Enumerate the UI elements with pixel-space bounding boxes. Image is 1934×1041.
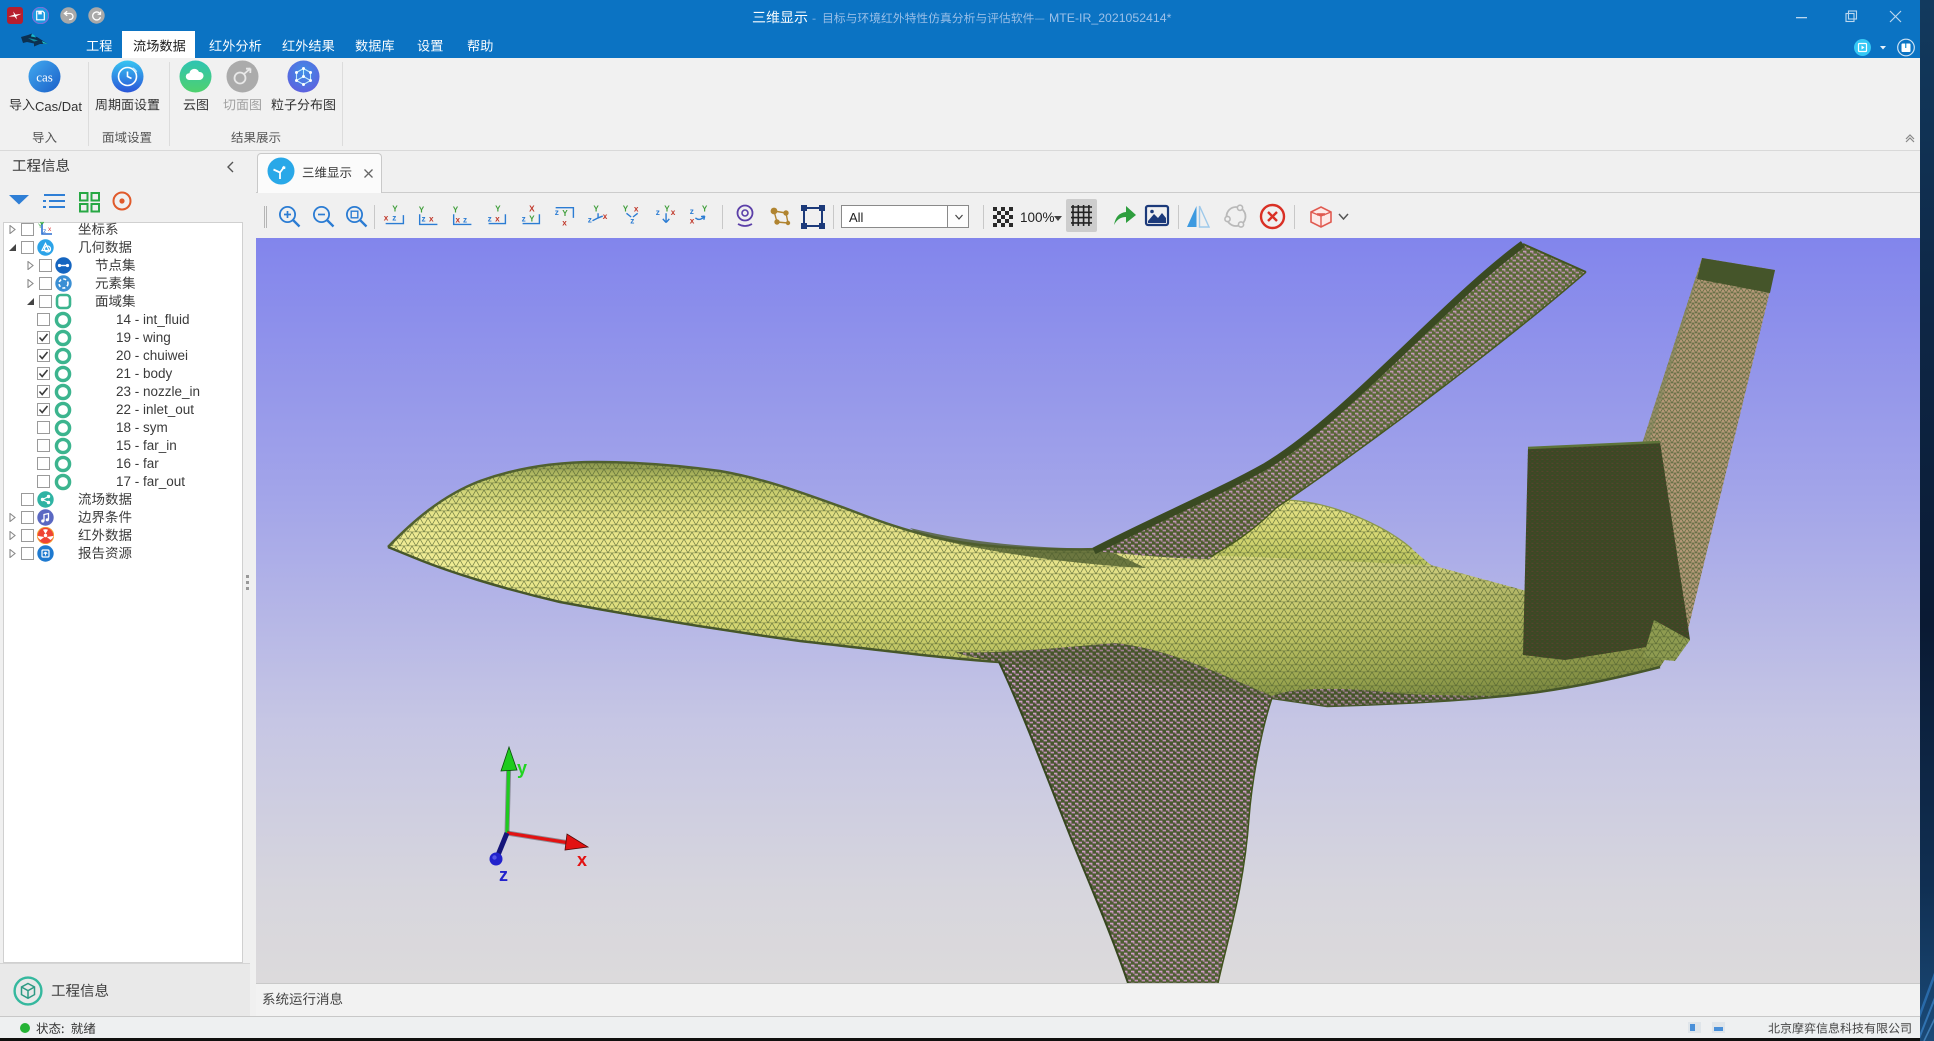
svg-text:Y: Y: [495, 204, 501, 213]
svg-text:x: x: [671, 208, 676, 217]
svg-text:X: X: [529, 204, 535, 213]
svg-text:x: x: [48, 226, 52, 233]
svg-text:y: y: [517, 758, 527, 778]
svg-text:z: z: [422, 215, 426, 224]
svg-text:Y: Y: [664, 204, 670, 213]
svg-text:x: x: [456, 216, 461, 225]
svg-text:z: z: [656, 208, 660, 217]
svg-text:z: z: [499, 865, 508, 885]
svg-text:Y: Y: [392, 204, 398, 213]
svg-text:x: x: [562, 218, 567, 227]
svg-text:z: z: [522, 215, 526, 224]
svg-text:x: x: [495, 215, 500, 224]
svg-text:z: z: [488, 215, 492, 224]
svg-text:Y: Y: [529, 215, 535, 224]
svg-text:Y: Y: [419, 205, 425, 214]
svg-text:x: x: [603, 212, 608, 221]
svg-text:z: z: [392, 214, 396, 223]
svg-text:x: x: [577, 850, 587, 870]
svg-text:Y: Y: [623, 204, 629, 213]
svg-text:x: x: [384, 214, 389, 223]
svg-text:x: x: [429, 215, 434, 224]
svg-text:z: z: [555, 208, 559, 217]
svg-text:x: x: [690, 217, 695, 226]
svg-text:cas: cas: [36, 70, 53, 85]
svg-text:z: z: [463, 216, 467, 225]
svg-text:Y: Y: [702, 204, 708, 213]
svg-text:z: z: [690, 207, 694, 216]
svg-text:Y: Y: [453, 205, 459, 214]
svg-text:x: x: [634, 204, 639, 213]
svg-text:Y: Y: [562, 209, 568, 218]
svg-text:z: z: [588, 216, 592, 225]
svg-text:Y: Y: [593, 204, 599, 213]
svg-text:z: z: [43, 228, 46, 235]
svg-text:z: z: [630, 217, 634, 226]
